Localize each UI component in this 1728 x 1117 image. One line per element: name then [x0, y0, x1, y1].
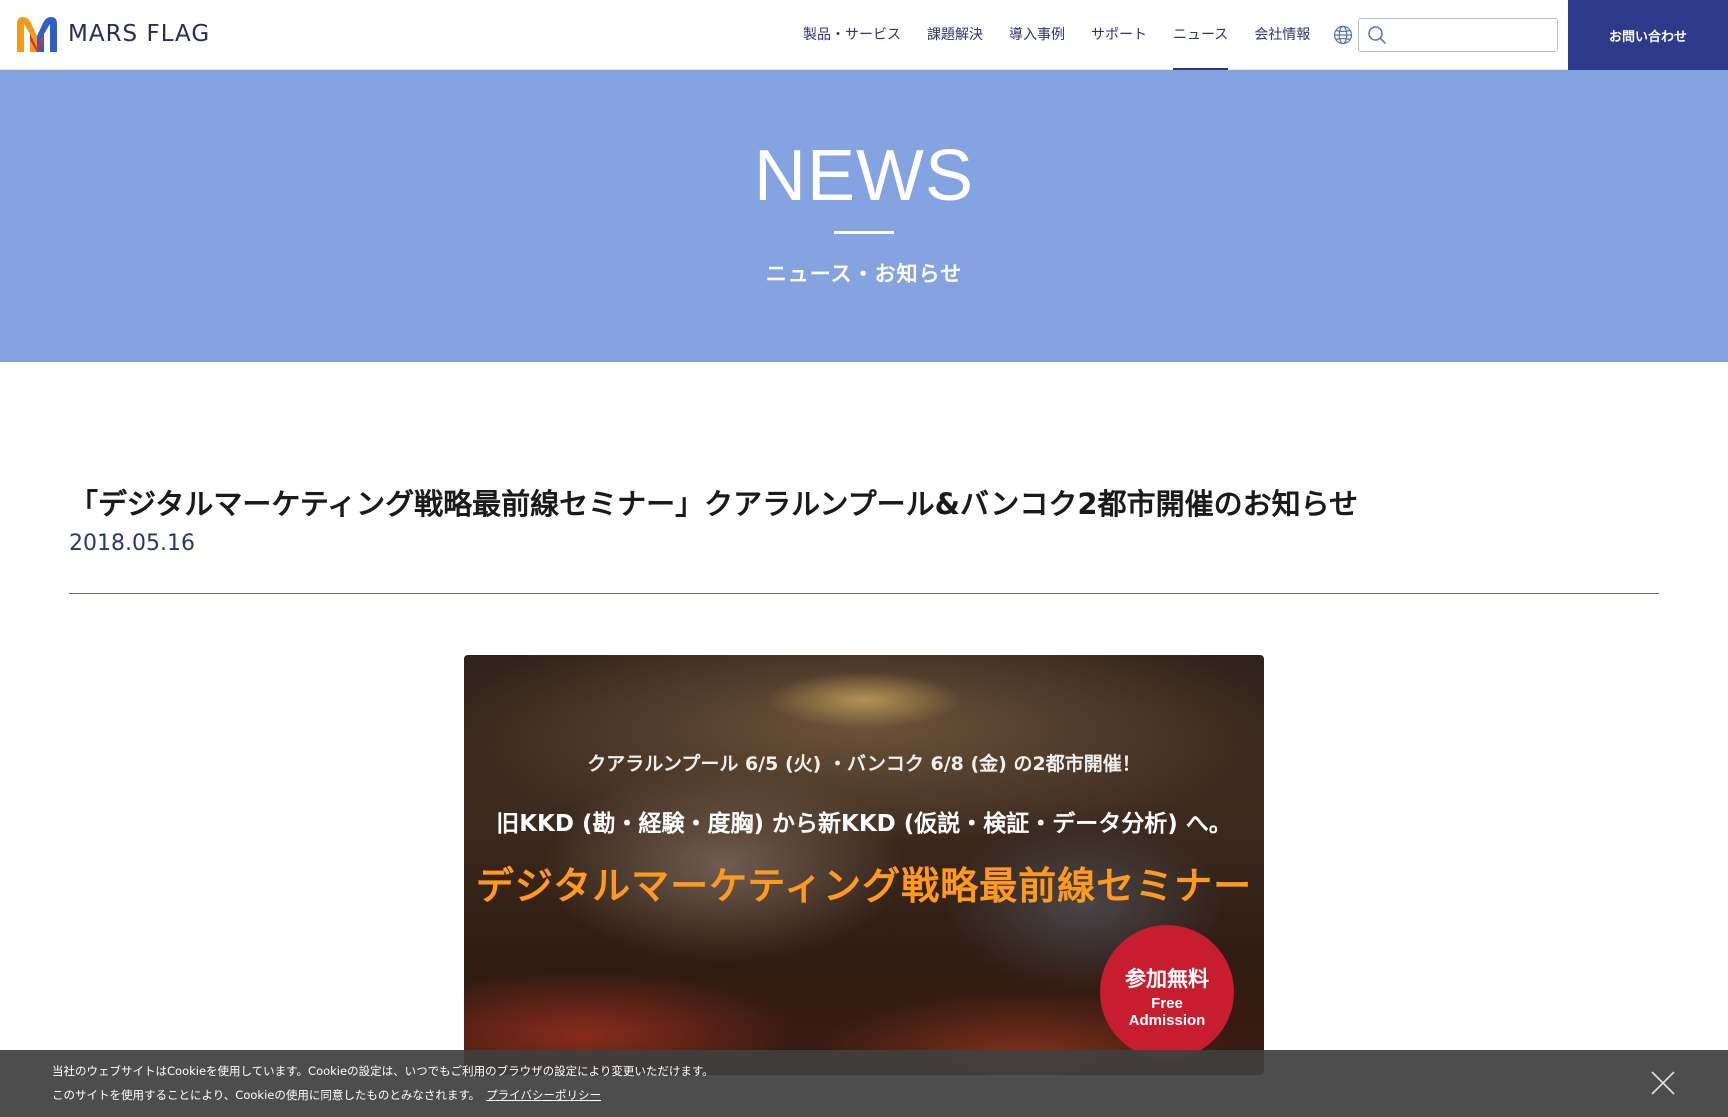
nav-item-news[interactable]: ニュース — [1160, 0, 1241, 70]
search-icon[interactable] — [1367, 25, 1387, 45]
cookie-text-1: 当社のウェブサイトはCookieを使用しています。Cookieの設定は、いつでも… — [52, 1064, 714, 1078]
page-subtitle: ニュース・お知らせ — [765, 262, 963, 286]
main-nav: 製品・サービス 課題解決 導入事例 サポート ニュース 会社情報 — [790, 0, 1323, 70]
page-hero: NEWS ニュース・お知らせ — [0, 70, 1728, 362]
page-title: NEWS — [754, 136, 974, 216]
cookie-text-2: このサイトを使用することにより、Cookieの使用に同意したものとみなされます。… — [52, 1087, 601, 1103]
title-divider — [69, 593, 1659, 594]
banner-seminar-title: デジタルマーケティング戦略最前線セミナー — [475, 864, 1253, 908]
cookie-text-2-body: このサイトを使用することにより、Cookieの使用に同意したものとみなされます。 — [52, 1088, 481, 1102]
contact-button[interactable]: お問い合わせ — [1568, 0, 1728, 70]
article-title: 「デジタルマーケティング戦略最前線セミナー」クアラルンプール&バンコク2都市開催… — [69, 487, 1358, 521]
mars-flag-logo-icon — [17, 17, 57, 52]
close-icon[interactable] — [1650, 1070, 1676, 1096]
banner-dates: クアラルンプール 6/5 (火) ・バンコク 6/8 (金) の2都市開催！ — [587, 753, 1141, 775]
free-admission-badge: 参加無料 Free Admission — [1100, 925, 1234, 1059]
search-box — [1358, 18, 1563, 52]
nav-item-solutions[interactable]: 課題解決 — [914, 0, 996, 70]
logo-text: MARS FLAG — [68, 21, 211, 47]
nav-item-support[interactable]: サポート — [1078, 0, 1160, 70]
nav-item-case-studies[interactable]: 導入事例 — [996, 0, 1078, 70]
site-header: MARS FLAG 製品・サービス 課題解決 導入事例 サポート ニュース 会社… — [0, 0, 1728, 70]
cookie-notice: 当社のウェブサイトはCookieを使用しています。Cookieの設定は、いつでも… — [0, 1050, 1728, 1117]
badge-jp-label: 参加無料 — [1125, 967, 1209, 991]
article-date: 2018.05.16 — [69, 531, 195, 556]
nav-item-products[interactable]: 製品・サービス — [790, 0, 914, 70]
badge-en-label-1: Free — [1151, 995, 1183, 1012]
privacy-policy-link[interactable]: プライバシーポリシー — [486, 1088, 601, 1102]
badge-en-label-2: Admission — [1128, 1012, 1206, 1029]
title-underline — [834, 231, 894, 234]
globe-icon[interactable] — [1333, 25, 1353, 45]
nav-item-company[interactable]: 会社情報 — [1241, 0, 1323, 70]
site-logo[interactable]: MARS FLAG — [14, 14, 210, 54]
banner-tagline: 旧KKD (勘・経験・度胸) から新KKD (仮説・検証・データ分析) へ。 — [496, 811, 1232, 837]
seminar-banner-image: クアラルンプール 6/5 (火) ・バンコク 6/8 (金) の2都市開催！ 旧… — [464, 655, 1264, 1075]
search-input[interactable] — [1393, 20, 1563, 50]
